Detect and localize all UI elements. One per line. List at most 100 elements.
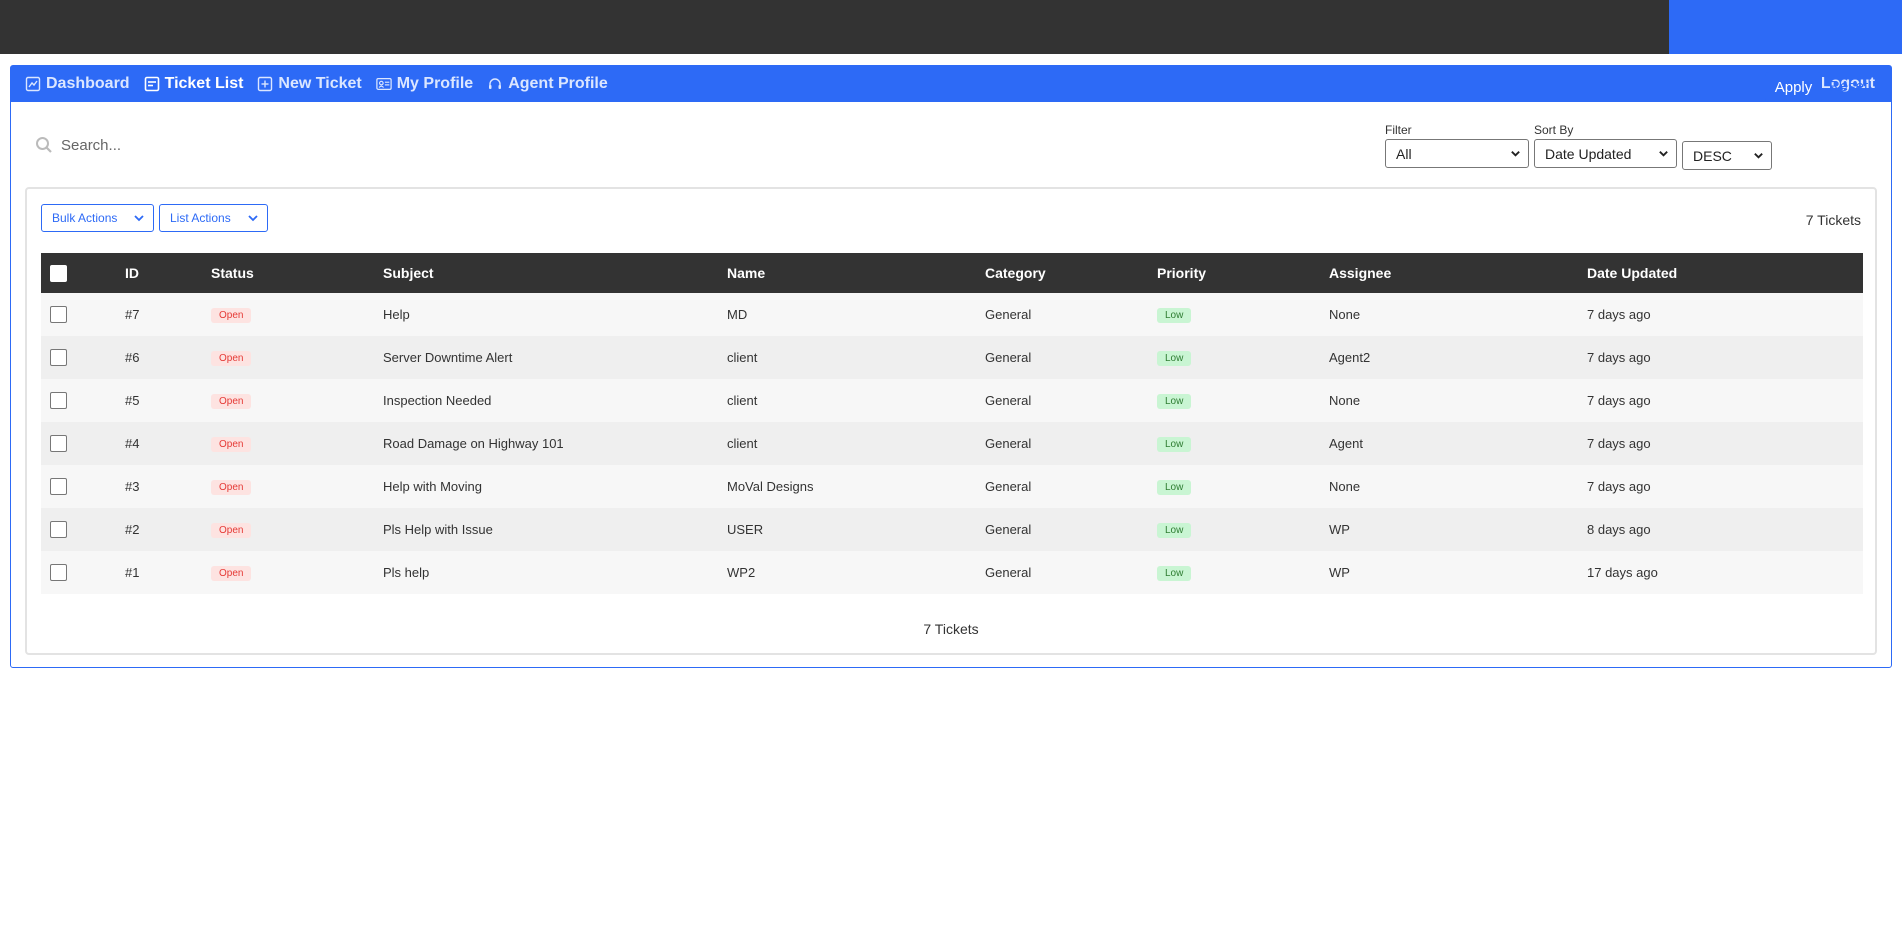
ticket-id[interactable]: #3 bbox=[125, 465, 211, 508]
list-actions-label: List Actions bbox=[170, 211, 231, 225]
priority-badge: Low bbox=[1157, 351, 1192, 366]
row-checkbox[interactable] bbox=[50, 521, 67, 538]
table-row[interactable]: #7 Open Help MD General Low None 7 days … bbox=[41, 293, 1863, 336]
row-checkbox[interactable] bbox=[50, 349, 67, 366]
ticket-category: General bbox=[985, 393, 1032, 408]
priority-badge: Low bbox=[1157, 566, 1192, 581]
sort-select-value: Date Updated bbox=[1545, 145, 1632, 162]
nav-agent-profile-label: Agent Profile bbox=[508, 75, 608, 92]
ticket-name: USER bbox=[727, 522, 764, 537]
row-checkbox[interactable] bbox=[50, 564, 67, 581]
col-date-updated[interactable]: Date Updated bbox=[1587, 253, 1863, 293]
priority-badge: Low bbox=[1157, 437, 1192, 452]
list-actions-dropdown[interactable]: List Actions bbox=[159, 204, 268, 232]
search-box bbox=[35, 136, 361, 154]
nav-dashboard-label: Dashboard bbox=[46, 75, 130, 92]
bulk-actions-label: Bulk Actions bbox=[52, 211, 118, 225]
ticket-date-updated: 7 days ago bbox=[1587, 436, 1651, 451]
row-checkbox[interactable] bbox=[50, 306, 67, 323]
status-badge: Open bbox=[211, 523, 252, 538]
chevron-down-icon bbox=[248, 215, 258, 222]
row-checkbox[interactable] bbox=[50, 478, 67, 495]
col-id[interactable]: ID bbox=[125, 253, 211, 293]
table-row[interactable]: #2 Open Pls Help with Issue USER General… bbox=[41, 508, 1863, 551]
chevron-down-icon bbox=[134, 215, 144, 222]
table-row[interactable]: #3 Open Help with Moving MoVal Designs G… bbox=[41, 465, 1863, 508]
ticket-id[interactable]: #1 bbox=[125, 551, 211, 594]
table-row[interactable]: #1 Open Pls help WP2 General Low WP 17 d… bbox=[41, 551, 1863, 594]
search-icon bbox=[36, 137, 52, 153]
ticket-id[interactable]: #7 bbox=[125, 293, 211, 336]
filter-select[interactable]: All bbox=[1385, 139, 1529, 168]
search-row: Filter All Sort By Date Updated DESC bbox=[11, 102, 1891, 188]
select-all-checkbox[interactable] bbox=[50, 264, 67, 282]
table-row[interactable]: #5 Open Inspection Needed client General… bbox=[41, 379, 1863, 422]
ticket-assignee: Agent bbox=[1329, 436, 1363, 451]
col-status[interactable]: Status bbox=[211, 253, 383, 293]
ticket-subject[interactable]: Help bbox=[383, 293, 727, 336]
ticket-id[interactable]: #4 bbox=[125, 422, 211, 465]
priority-badge: Low bbox=[1157, 308, 1192, 323]
chevron-down-icon bbox=[1659, 151, 1668, 157]
select-all-cell bbox=[41, 253, 125, 293]
status-badge: Open bbox=[211, 308, 252, 323]
ticket-date-updated: 7 days ago bbox=[1587, 393, 1651, 408]
ticket-subject[interactable]: Help with Moving bbox=[383, 465, 727, 508]
ticket-subject[interactable]: Pls help bbox=[383, 551, 727, 594]
col-subject[interactable]: Subject bbox=[383, 253, 727, 293]
nav-my-profile[interactable]: My Profile bbox=[375, 75, 473, 93]
nav-dashboard[interactable]: Dashboard bbox=[25, 75, 130, 93]
ticket-id[interactable]: #2 bbox=[125, 508, 211, 551]
ticket-assignee: WP bbox=[1329, 565, 1350, 580]
order-select[interactable]: DESC bbox=[1682, 141, 1772, 170]
ticket-assignee: None bbox=[1329, 307, 1361, 322]
filter-select-value: All bbox=[1396, 145, 1412, 162]
sort-select[interactable]: Date Updated bbox=[1534, 139, 1677, 168]
ticket-subject[interactable]: Road Damage on Highway 101 bbox=[383, 422, 727, 465]
reset-link[interactable]: Reset bbox=[1829, 78, 1868, 95]
col-name[interactable]: Name bbox=[727, 253, 985, 293]
ticket-id[interactable]: #5 bbox=[125, 379, 211, 422]
status-badge: Open bbox=[211, 351, 252, 366]
nav-ticket-list[interactable]: Ticket List bbox=[144, 75, 243, 93]
col-category[interactable]: Category bbox=[985, 253, 1157, 293]
search-input[interactable] bbox=[61, 136, 361, 154]
ticket-count-top: 7 Tickets bbox=[1805, 212, 1861, 228]
nav-new-ticket-label: New Ticket bbox=[278, 75, 362, 92]
chevron-down-icon bbox=[1754, 153, 1763, 159]
table-header-row: ID Status Subject Name Category Priority… bbox=[41, 253, 1863, 293]
ticket-count-bottom: 7 Tickets bbox=[923, 621, 979, 637]
status-badge: Open bbox=[211, 480, 252, 495]
ticket-assignee: Agent2 bbox=[1329, 350, 1371, 365]
priority-badge: Low bbox=[1157, 394, 1192, 409]
ticket-id[interactable]: #6 bbox=[125, 336, 211, 379]
ticket-subject[interactable]: Pls Help with Issue bbox=[383, 508, 727, 551]
ticket-subject[interactable]: Server Downtime Alert bbox=[383, 336, 727, 379]
table-row[interactable]: #6 Open Server Downtime Alert client Gen… bbox=[41, 336, 1863, 379]
list-icon bbox=[144, 76, 159, 92]
col-assignee[interactable]: Assignee bbox=[1329, 253, 1587, 293]
status-badge: Open bbox=[211, 394, 252, 409]
status-badge: Open bbox=[211, 437, 252, 452]
ticket-assignee: None bbox=[1329, 479, 1361, 494]
priority-badge: Low bbox=[1157, 480, 1192, 495]
priority-badge: Low bbox=[1157, 523, 1192, 538]
chevron-down-icon bbox=[1511, 151, 1520, 157]
apply-button[interactable]: Apply bbox=[1765, 72, 1822, 102]
row-checkbox[interactable] bbox=[50, 435, 67, 452]
nav-new-ticket[interactable]: New Ticket bbox=[257, 75, 362, 93]
order-control: DESC bbox=[1682, 141, 1772, 170]
ticket-date-updated: 7 days ago bbox=[1587, 350, 1651, 365]
bulk-actions-dropdown[interactable]: Bulk Actions bbox=[41, 204, 154, 232]
ticket-category: General bbox=[985, 479, 1032, 494]
ticket-name: WP2 bbox=[727, 565, 756, 580]
table-row[interactable]: #4 Open Road Damage on Highway 101 clien… bbox=[41, 422, 1863, 465]
nav-agent-profile[interactable]: Agent Profile bbox=[487, 75, 608, 93]
ticket-category: General bbox=[985, 350, 1032, 365]
ticket-category: General bbox=[985, 436, 1032, 451]
row-checkbox[interactable] bbox=[50, 392, 67, 409]
ticket-category: General bbox=[985, 307, 1032, 322]
ticket-subject[interactable]: Inspection Needed bbox=[383, 379, 727, 422]
ticket-list-card: Bulk Actions List Actions 7 Tickets ID S… bbox=[25, 187, 1877, 655]
col-priority[interactable]: Priority bbox=[1157, 253, 1329, 293]
